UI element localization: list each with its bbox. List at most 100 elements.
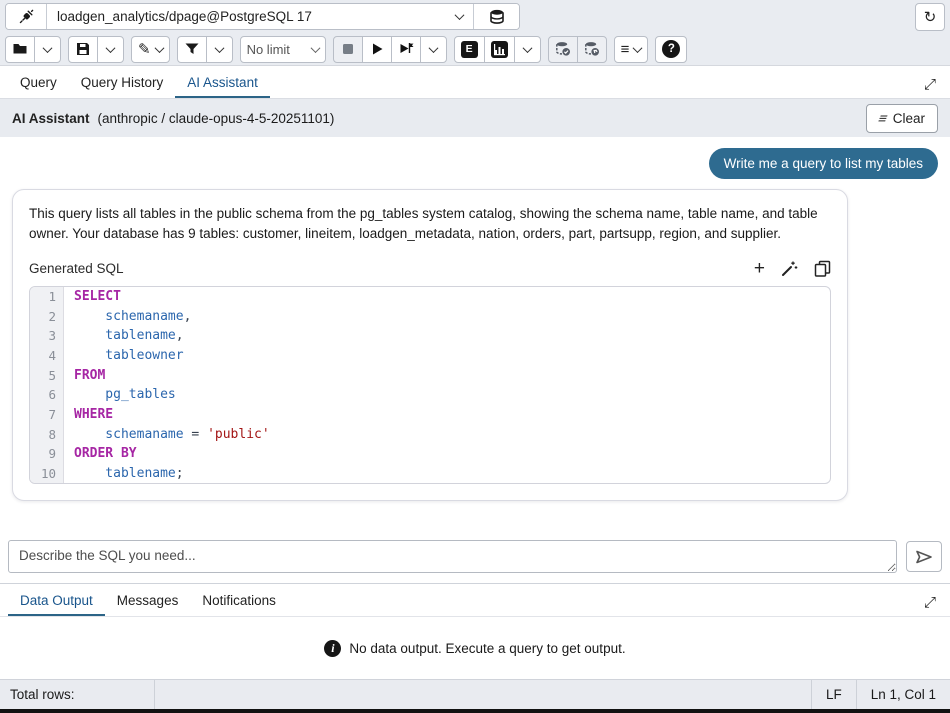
- help-button[interactable]: ?: [655, 36, 687, 63]
- line-number: 7: [30, 405, 64, 425]
- sql-line: 3 tablename,: [30, 326, 830, 346]
- ai-model-name: (anthropic / claude-opus-4-5-20251101): [98, 111, 335, 126]
- tab-data-output[interactable]: Data Output: [8, 586, 105, 616]
- ai-chat-area: Write me a query to list my tables This …: [0, 137, 950, 534]
- filter-button[interactable]: [177, 36, 207, 63]
- status-bar-right: LF Ln 1, Col 1: [811, 680, 950, 709]
- sql-line: 4 tableowner: [30, 346, 830, 366]
- generated-sql-label: Generated SQL: [29, 261, 124, 276]
- expand-icon: ⤢: [924, 594, 936, 611]
- chevron-down-icon: [43, 43, 53, 53]
- sql-line-content: pg_tables: [64, 387, 176, 402]
- chevron-down-icon: [522, 43, 532, 53]
- sql-line-content: schemaname = 'public': [64, 427, 270, 442]
- open-file-button[interactable]: [5, 36, 35, 63]
- execute-options-menu-button[interactable]: [420, 36, 447, 63]
- line-number: 5: [30, 365, 64, 385]
- window-edge: [0, 709, 950, 713]
- query-toolbar: ✎ No limit E: [0, 33, 950, 66]
- execute-query-button[interactable]: [362, 36, 392, 63]
- insert-sql-button[interactable]: +: [754, 259, 765, 278]
- copy-sql-button[interactable]: [814, 260, 831, 277]
- edit-group: ✎: [131, 36, 170, 63]
- prompt-input-row: [0, 534, 950, 583]
- assistant-response-card: This query lists all tables in the publi…: [12, 189, 848, 501]
- clear-icon: ≡: [875, 110, 890, 126]
- generated-sql-actions: +: [754, 259, 831, 278]
- sql-line: 1SELECT: [30, 287, 830, 307]
- sql-line: 2 schemaname,: [30, 306, 830, 326]
- sql-line-content: schemaname,: [64, 309, 191, 324]
- chevron-down-icon: [633, 43, 643, 53]
- explain-options-menu-button[interactable]: [514, 36, 541, 63]
- tab-ai-assistant[interactable]: AI Assistant: [175, 68, 270, 98]
- copy-icon: [814, 260, 831, 277]
- connection-name: loadgen_analytics/dpage@PostgreSQL 17: [57, 9, 312, 24]
- send-prompt-button[interactable]: [906, 541, 942, 572]
- sql-line: 8 schemaname = 'public': [30, 424, 830, 444]
- connection-status-button[interactable]: [6, 4, 46, 29]
- tab-notifications[interactable]: Notifications: [190, 586, 288, 616]
- connection-bar: loadgen_analytics/dpage@PostgreSQL 17 ↻: [0, 0, 950, 33]
- reset-layout-button[interactable]: ↻: [915, 3, 945, 31]
- chevron-down-icon: [428, 43, 438, 53]
- expand-icon: ⤢: [924, 76, 936, 93]
- execute-script-button[interactable]: [391, 36, 421, 63]
- tab-messages[interactable]: Messages: [105, 586, 191, 616]
- generated-sql-header: Generated SQL +: [29, 259, 831, 278]
- sql-code-block[interactable]: 1SELECT2 schemaname,3 tablename,4 tableo…: [29, 286, 831, 485]
- status-bar: Total rows: LF Ln 1, Col 1: [0, 679, 950, 709]
- cancel-query-button[interactable]: [333, 36, 363, 63]
- chevron-down-icon: [154, 43, 164, 53]
- apply-sql-button[interactable]: [781, 260, 798, 277]
- commit-button[interactable]: [548, 36, 578, 63]
- clear-chat-button[interactable]: ≡ Clear: [866, 104, 938, 133]
- row-limit-select[interactable]: No limit: [240, 36, 326, 63]
- expand-editor-button[interactable]: ⤢: [918, 76, 942, 93]
- help-group: ?: [655, 36, 687, 63]
- filter-menu-button[interactable]: [206, 36, 233, 63]
- commit-icon: [555, 41, 571, 57]
- rollback-button[interactable]: [577, 36, 607, 63]
- sql-line-content: FROM: [64, 368, 105, 383]
- line-number: 2: [30, 306, 64, 326]
- explain-icon: E: [461, 41, 478, 58]
- save-file-menu-button[interactable]: [97, 36, 124, 63]
- connection-selector[interactable]: loadgen_analytics/dpage@PostgreSQL 17: [46, 4, 473, 29]
- connection-plug-icon: [18, 9, 34, 25]
- macro-group: ≡: [614, 36, 649, 63]
- sql-line: 5FROM: [30, 365, 830, 385]
- line-number: 3: [30, 326, 64, 346]
- user-message-bubble: Write me a query to list my tables: [709, 148, 938, 179]
- transaction-group: [548, 36, 607, 63]
- sql-line-content: SELECT: [64, 289, 121, 304]
- results-tab-bar: Data Output Messages Notifications ⤢: [0, 584, 950, 617]
- tab-query-history[interactable]: Query History: [69, 68, 176, 98]
- plus-icon: +: [754, 259, 765, 278]
- prompt-input[interactable]: [8, 540, 897, 573]
- filter-group: [177, 36, 233, 63]
- connection-group: loadgen_analytics/dpage@PostgreSQL 17: [5, 3, 520, 30]
- play-script-icon: [398, 41, 414, 57]
- save-icon: [75, 41, 91, 57]
- row-limit-value: No limit: [247, 42, 290, 57]
- tab-query[interactable]: Query: [8, 68, 69, 98]
- open-file-menu-button[interactable]: [34, 36, 61, 63]
- macro-menu-button[interactable]: ≡: [614, 36, 649, 63]
- editor-tab-bar: Query Query History AI Assistant ⤢: [0, 66, 950, 99]
- eol-indicator[interactable]: LF: [811, 680, 856, 709]
- explain-analyze-button[interactable]: [484, 36, 515, 63]
- play-icon: [369, 41, 385, 57]
- save-file-button[interactable]: [68, 36, 98, 63]
- open-file-group: [5, 36, 61, 63]
- sql-line-content: tableowner: [64, 348, 184, 363]
- rollback-icon: [584, 41, 600, 57]
- edit-menu-button[interactable]: ✎: [131, 36, 170, 63]
- line-number: 9: [30, 444, 64, 464]
- expand-results-button[interactable]: ⤢: [918, 594, 942, 611]
- results-empty-state: i No data output. Execute a query to get…: [0, 617, 950, 679]
- new-connection-button[interactable]: [473, 4, 519, 29]
- database-connection-icon: [489, 9, 505, 25]
- stop-icon: [340, 41, 356, 57]
- explain-button[interactable]: E: [454, 36, 485, 63]
